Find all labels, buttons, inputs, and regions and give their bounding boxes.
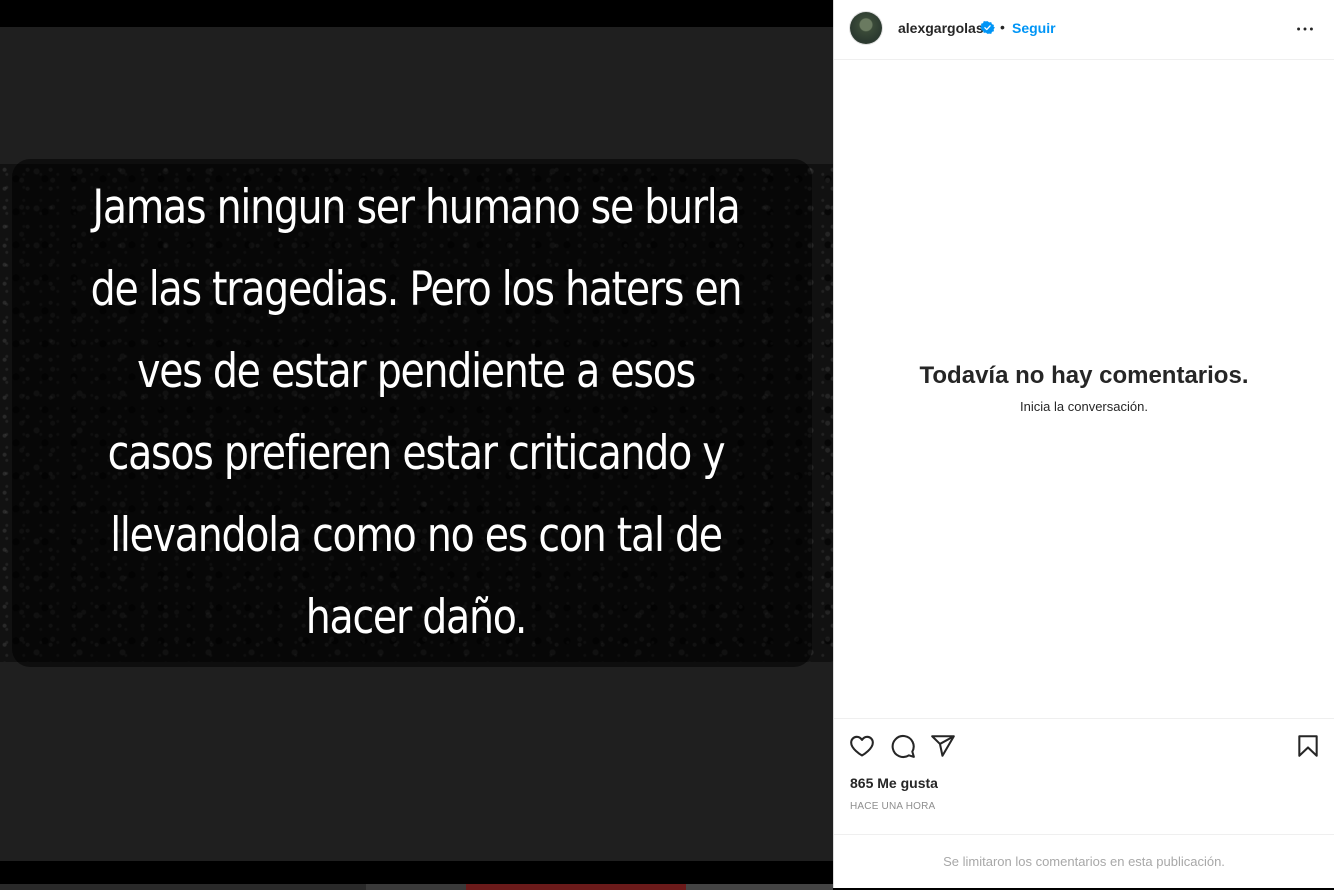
like-count[interactable]: 865 Me gusta — [850, 775, 938, 791]
share-icon[interactable] — [930, 733, 956, 759]
post-header: alexgargolas • Seguir — [834, 0, 1334, 60]
comment-icon[interactable] — [890, 733, 916, 759]
more-options-icon[interactable] — [1294, 18, 1316, 40]
no-comments-title: Todavía no hay comentarios. — [919, 362, 1249, 389]
bookmark-icon[interactable] — [1295, 733, 1321, 759]
image-caption-text: Jamas ningun ser humano se burla de las … — [90, 180, 743, 645]
comments-limited-notice: Se limitaron los comentarios en esta pub… — [943, 854, 1225, 869]
username-link[interactable]: alexgargolas — [898, 20, 984, 36]
comments-section: Todavía no hay comentarios. Inicia la co… — [834, 60, 1334, 718]
post-actions-bar: 865 Me gusta HACE UNA HORA — [834, 718, 1334, 835]
verified-badge-icon — [980, 21, 995, 34]
post-modal: Jamas ningun ser humano se burla de las … — [0, 0, 1334, 890]
no-comments-subtitle: Inicia la conversación. — [1020, 399, 1148, 414]
heart-icon[interactable] — [849, 733, 875, 759]
post-side-panel: alexgargolas • Seguir Todavía no hay com… — [833, 0, 1334, 888]
follow-button[interactable]: Seguir — [1012, 20, 1056, 36]
avatar[interactable] — [850, 12, 882, 44]
post-media[interactable]: Jamas ningun ser humano se burla de las … — [0, 27, 833, 861]
next-post-preview-strip — [0, 884, 833, 890]
separator-dot: • — [1000, 19, 1005, 35]
post-timestamp[interactable]: HACE UNA HORA — [850, 801, 935, 812]
